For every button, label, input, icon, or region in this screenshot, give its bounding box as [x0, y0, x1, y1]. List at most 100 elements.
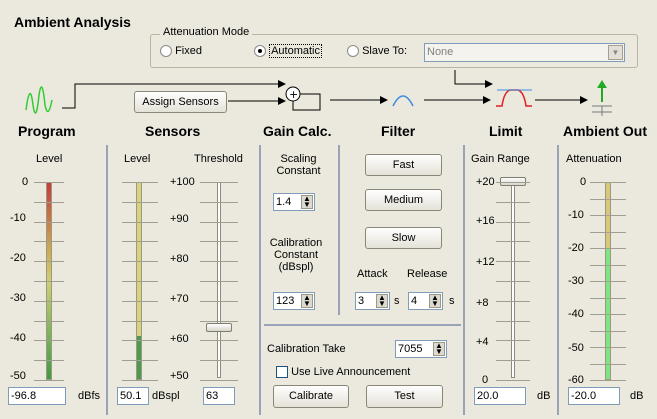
gain-range-field[interactable]: 20.0 — [474, 387, 526, 405]
program-scale-50: -50 — [10, 370, 26, 382]
scale-tick — [122, 320, 158, 322]
use-live-checkbox[interactable] — [276, 366, 288, 379]
sensors-scale-70: +70 — [170, 293, 189, 305]
scale-tick — [496, 281, 530, 282]
threshold-slider-thumb[interactable] — [206, 323, 232, 332]
attack-spinner[interactable]: 3 ▲ ▼ — [355, 292, 390, 310]
divider — [106, 145, 108, 415]
divider — [259, 145, 261, 415]
waveform-icon — [25, 86, 53, 114]
divider — [557, 145, 559, 415]
out-scale-60: -60 — [568, 374, 584, 386]
scaling-constant-spinner[interactable]: 1.4 ▲ ▼ — [273, 193, 315, 211]
sensors-scale-90: +90 — [170, 213, 189, 225]
scale-tick — [590, 330, 626, 332]
scale-tick — [34, 281, 64, 282]
calibration-take-value: 7055 — [398, 343, 423, 355]
section-program: Program — [18, 123, 76, 139]
spin-arrows-icon[interactable]: ▲ ▼ — [376, 294, 388, 308]
sensors-scale-60: +60 — [170, 333, 189, 345]
scale-tick — [122, 340, 158, 342]
radio-slave-to[interactable]: Slave To: — [347, 45, 407, 58]
calibration-constant-spinner[interactable]: 123 ▲ ▼ — [273, 292, 315, 310]
scale-tick — [496, 182, 530, 183]
filter-medium-button[interactable]: Medium — [365, 189, 442, 211]
section-ambient-out: Ambient Out — [563, 123, 647, 139]
scale-tick — [200, 241, 238, 243]
limit-scale-16: +16 — [476, 215, 495, 227]
test-button[interactable]: Test — [366, 385, 443, 408]
sensors-level-field[interactable]: 50.1 — [117, 387, 149, 405]
program-value-field[interactable]: -96.8 — [8, 387, 66, 405]
scale-tick — [590, 347, 626, 348]
scale-tick — [34, 320, 64, 322]
program-scale-0: 0 — [22, 176, 29, 188]
use-live-label: Use Live Announcement — [291, 366, 411, 378]
scale-tick — [200, 182, 238, 183]
filter-fast-button[interactable]: Fast — [365, 154, 442, 176]
radio-fixed-label: Fixed — [175, 45, 202, 57]
scale-tick — [496, 360, 530, 362]
out-scale-30: -30 — [568, 275, 584, 287]
scale-tick — [496, 241, 530, 243]
calibration-constant-label: Calibration Constant (dBspl) — [265, 237, 327, 273]
out-scale-0: 0 — [580, 176, 587, 188]
radio-automatic-indicator[interactable] — [254, 45, 266, 58]
calibration-take-spinner[interactable]: 7055 ▲ ▼ — [395, 340, 447, 358]
use-live-announcement[interactable]: Use Live Announcement — [276, 366, 411, 379]
calibrate-button[interactable]: Calibrate — [273, 385, 349, 408]
scale-tick — [590, 363, 626, 365]
scale-tick — [34, 221, 64, 223]
scale-tick — [122, 221, 158, 223]
scale-tick — [34, 201, 64, 203]
scaling-constant-value: 1.4 — [276, 196, 292, 208]
attenuation-field[interactable]: -20.0 — [568, 387, 620, 405]
scale-tick — [122, 201, 158, 203]
scale-tick — [200, 300, 238, 302]
chevron-down-icon[interactable]: ▼ — [608, 45, 623, 60]
threshold-field[interactable]: 63 — [203, 387, 235, 405]
scale-tick — [496, 300, 530, 302]
spin-arrows-icon[interactable]: ▲ ▼ — [433, 342, 445, 356]
limit-scale-12: +12 — [476, 256, 495, 268]
scaling-label-line2: Constant — [276, 165, 321, 177]
release-label: Release — [407, 268, 448, 280]
limit-scale-8: +8 — [476, 297, 489, 309]
filter-slow-button[interactable]: Slow — [365, 227, 442, 249]
svg-text:+: + — [289, 88, 298, 101]
gain-range-slider-track[interactable] — [511, 182, 515, 378]
radio-slave-indicator[interactable] — [347, 45, 359, 58]
sensors-level-unit: dBspl — [152, 390, 180, 402]
sensors-scale-100: +100 — [170, 176, 195, 188]
radio-automatic[interactable]: Automatic — [254, 44, 322, 58]
radio-fixed[interactable]: Fixed — [160, 45, 202, 58]
spin-arrows-icon[interactable]: ▲ ▼ — [301, 195, 313, 209]
spin-arrows-icon[interactable]: ▲ ▼ — [301, 294, 313, 308]
scale-tick — [200, 221, 238, 223]
out-scale-20: -20 — [568, 242, 584, 254]
threshold-slider-track[interactable] — [217, 182, 221, 378]
attenuation-mode-legend: Attenuation Mode — [160, 26, 253, 38]
divider — [264, 324, 461, 326]
scale-tick — [122, 380, 158, 381]
radio-fixed-indicator[interactable] — [160, 45, 172, 58]
scale-tick — [122, 182, 158, 183]
calib-label-line1: Calibration — [269, 237, 323, 249]
release-value: 4 — [411, 295, 418, 307]
release-unit: s — [449, 295, 455, 307]
scale-tick — [200, 320, 238, 322]
assign-sensors-button[interactable]: Assign Sensors — [134, 91, 227, 113]
scale-tick — [590, 314, 626, 315]
program-scale-10: -10 — [10, 212, 26, 224]
attack-unit: s — [394, 295, 400, 307]
filter-curve-icon — [392, 95, 414, 107]
release-spinner[interactable]: 4 ▲ ▼ — [408, 292, 443, 310]
calibration-take-label: Calibration Take — [267, 343, 346, 355]
slave-to-select[interactable]: None — [424, 43, 625, 62]
scale-tick — [34, 261, 64, 263]
spin-arrows-icon[interactable]: ▲ ▼ — [429, 294, 441, 308]
scale-tick — [590, 182, 626, 183]
scale-tick — [34, 360, 64, 362]
scale-tick — [590, 215, 626, 216]
scale-tick — [590, 198, 626, 200]
